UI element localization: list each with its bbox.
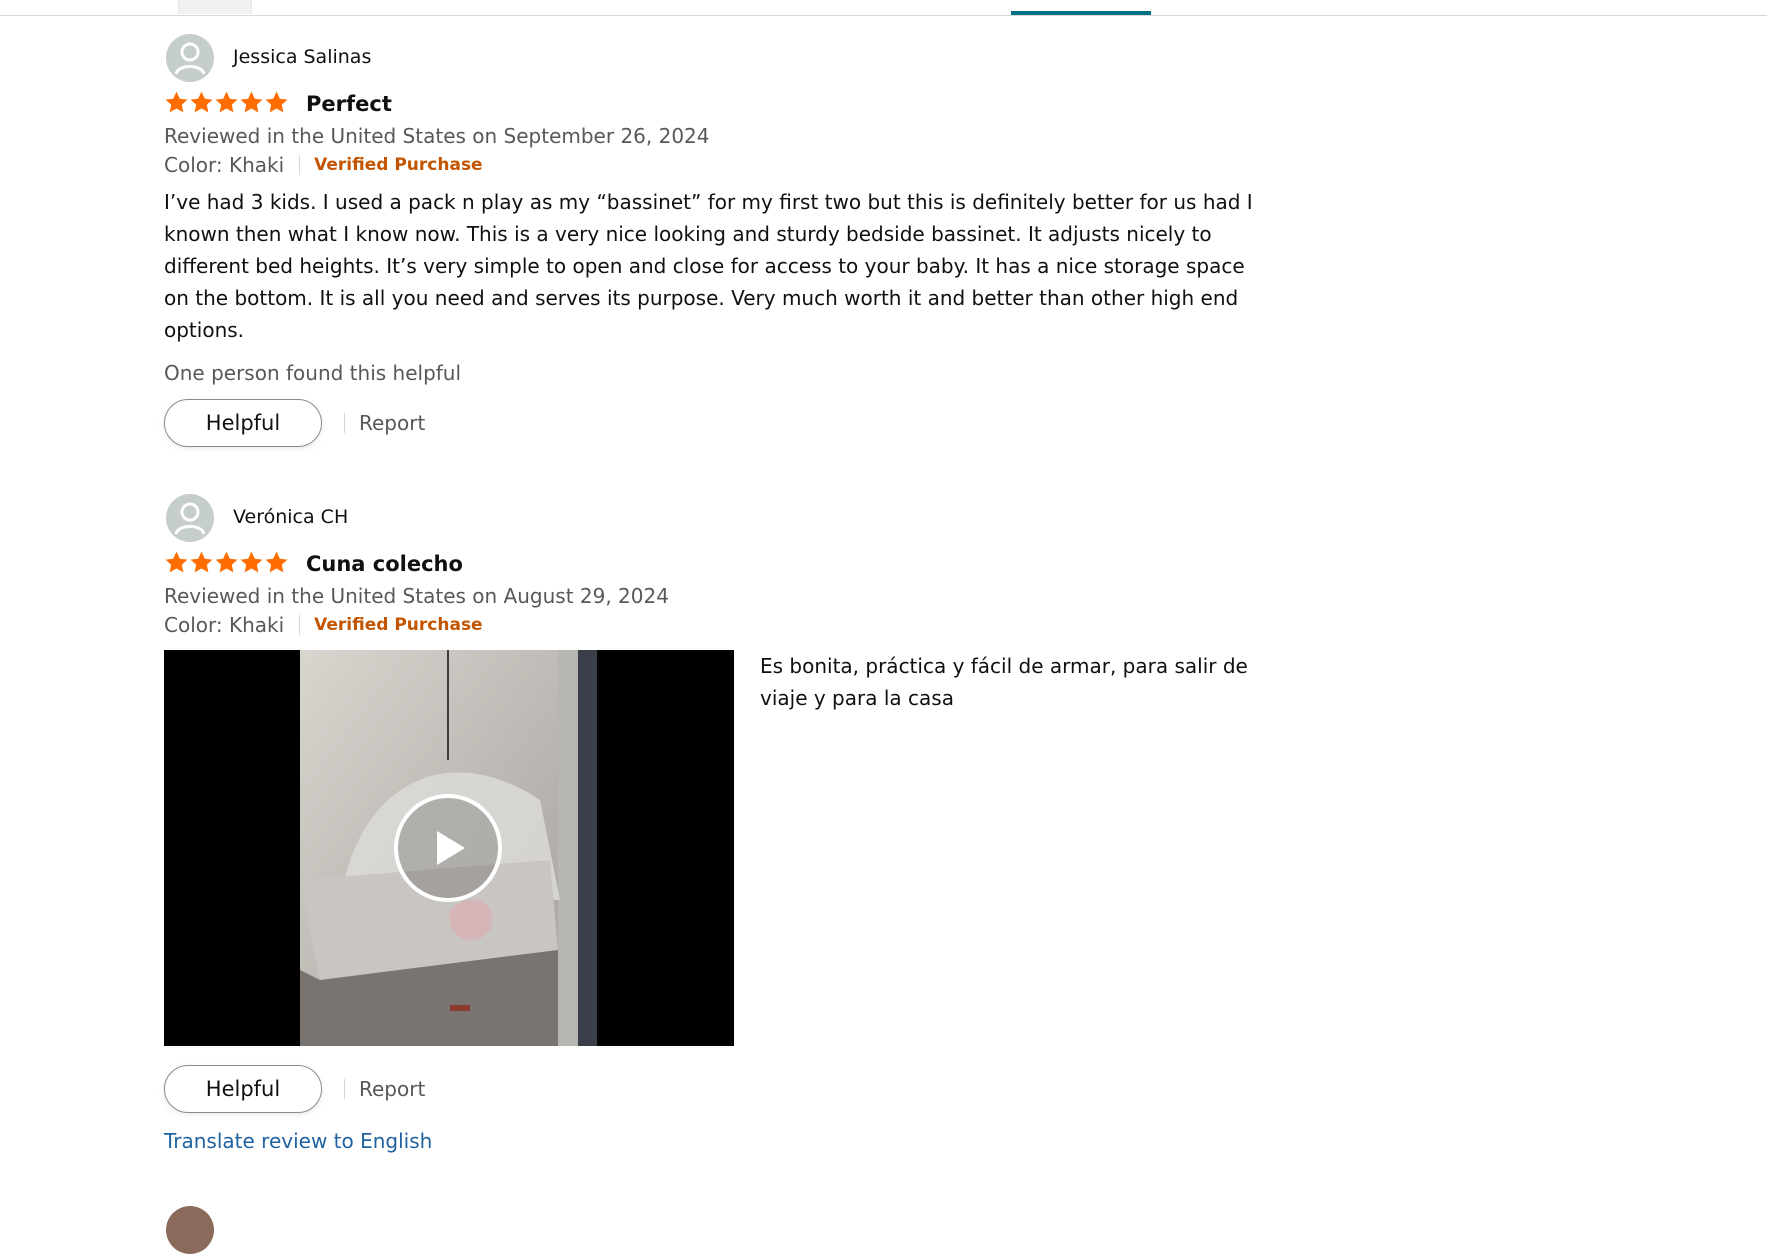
review-title[interactable]: Cuna colecho <box>306 552 463 576</box>
report-link[interactable]: Report <box>359 1077 425 1101</box>
play-icon[interactable] <box>393 793 503 903</box>
star-filled-icon <box>215 91 238 113</box>
review-body: Es bonita, práctica y fácil de armar, pa… <box>760 654 1248 710</box>
review-card: Verónica CH Cuna colecho Reviewed in the… <box>164 494 1254 1156</box>
star-filled-icon <box>265 91 288 113</box>
star-filled-icon <box>240 91 263 113</box>
variant-label[interactable]: Color: Khaki <box>164 613 284 637</box>
divider <box>344 1079 345 1099</box>
helpful-button[interactable]: Helpful <box>164 399 322 447</box>
reviewer-name: Jessica Salinas <box>233 46 372 68</box>
star-rating[interactable] <box>164 90 289 118</box>
tab-active-indicator <box>1011 11 1151 15</box>
divider <box>299 155 301 175</box>
review-date: Reviewed in the United States on August … <box>164 584 669 608</box>
reviewer-name: Verónica CH <box>233 506 349 528</box>
user-silhouette-icon <box>166 494 214 542</box>
review-card: Jessica Salinas Perfect Reviewed in the … <box>164 34 1254 448</box>
star-filled-icon <box>265 551 288 573</box>
divider <box>299 615 301 635</box>
star-filled-icon <box>240 551 263 573</box>
divider <box>344 413 345 433</box>
variant-label[interactable]: Color: Khaki <box>164 153 284 177</box>
tab-bar <box>0 0 1767 16</box>
user-silhouette-icon <box>166 34 214 82</box>
star-filled-icon <box>190 91 213 113</box>
star-filled-icon <box>215 551 238 573</box>
avatar[interactable] <box>166 1206 214 1254</box>
translate-review-link[interactable]: Translate review to English <box>164 1126 1254 1156</box>
review-date: Reviewed in the United States on Septemb… <box>164 124 710 148</box>
tab-partial[interactable] <box>178 0 252 14</box>
helpful-button[interactable]: Helpful <box>164 1065 322 1113</box>
review-title[interactable]: Perfect <box>306 92 392 116</box>
review-video[interactable] <box>164 650 734 1046</box>
star-filled-icon <box>165 91 188 113</box>
reviewer-profile[interactable]: Jessica Salinas <box>164 34 1254 84</box>
verified-purchase-badge: Verified Purchase <box>314 615 483 635</box>
helpful-count: One person found this helpful <box>164 361 462 385</box>
reviewer-profile[interactable]: Verónica CH <box>164 494 1254 544</box>
review-body: I’ve had 3 kids. I used a pack n play as… <box>164 190 1253 342</box>
star-rating[interactable] <box>164 550 289 578</box>
star-filled-icon <box>165 551 188 573</box>
verified-purchase-badge: Verified Purchase <box>314 155 483 175</box>
star-filled-icon <box>190 551 213 573</box>
report-link[interactable]: Report <box>359 411 425 435</box>
